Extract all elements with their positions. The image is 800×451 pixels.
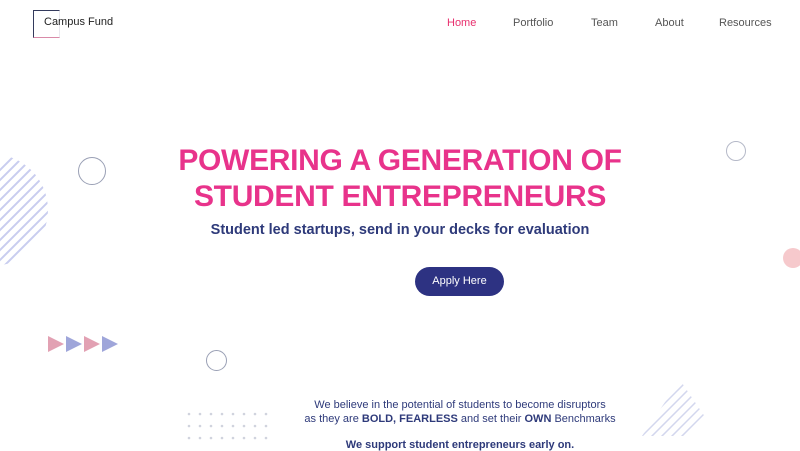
- belief-paragraph: We believe in the potential of students …: [0, 398, 800, 426]
- hero-subtitle: Student led startups, send in your decks…: [210, 222, 590, 238]
- belief-text: as they are: [304, 413, 362, 425]
- nav-item-home[interactable]: Home: [447, 17, 476, 29]
- nav-item-team[interactable]: Team: [591, 17, 618, 29]
- logo-text[interactable]: Campus Fund: [44, 16, 113, 28]
- support-line: We support student entrepreneurs early o…: [345, 439, 575, 451]
- top-nav: Campus Fund Home Portfolio Team About Re…: [0, 0, 800, 48]
- hero-title-line: STUDENT ENTREPRENEURS: [193, 180, 607, 213]
- nav-item-portfolio[interactable]: Portfolio: [513, 17, 553, 29]
- hero-title: POWERING A GENERATION OF STUDENT ENTREPR…: [0, 143, 800, 215]
- nav-item-resources[interactable]: Resources: [719, 17, 772, 29]
- outline-circle-decoration: [206, 350, 227, 371]
- belief-line: We believe in the potential of students …: [314, 399, 606, 411]
- belief-line: as they are BOLD, FEARLESS and set their…: [0, 412, 800, 426]
- apply-button[interactable]: Apply Here: [415, 267, 504, 296]
- filled-circle-decoration: [783, 248, 800, 268]
- nav-item-about[interactable]: About: [655, 17, 684, 29]
- belief-bold-text: BOLD, FEARLESS: [361, 413, 458, 425]
- belief-bold-text: OWN: [524, 413, 552, 425]
- triangles-decoration: [48, 336, 118, 352]
- hero-title-line: POWERING A GENERATION OF: [178, 144, 622, 177]
- belief-text: Benchmarks: [551, 413, 616, 425]
- belief-text: and set their: [457, 413, 525, 425]
